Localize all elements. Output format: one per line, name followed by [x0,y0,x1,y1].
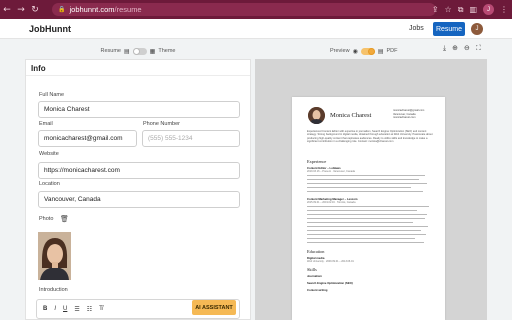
introduction-label: Introduction [39,287,68,293]
resume-summary: Experienced Content Editor with expertis… [307,130,433,143]
zoom-in-icon[interactable]: ⊕ [452,44,458,53]
ai-assistant-button[interactable]: AI ASSISTANT [192,300,236,315]
resume-text-line [307,187,411,189]
bookmark-star-icon[interactable]: ☆ [445,5,452,14]
email-label: Email [39,121,53,127]
theme-mode-label: Theme [158,48,176,54]
resume-text-line [307,183,427,185]
resume-text-line [307,206,429,208]
preview-mode-label: Preview [330,48,350,54]
resume-skills-heading: Skills [307,267,317,272]
fullscreen-icon[interactable]: ⛶ [476,44,481,53]
form-title: Info [31,64,46,73]
back-icon[interactable]: ← [0,0,14,19]
resume-text-line [307,210,417,212]
app-header: JobHunnt Jobs Resume J [0,19,512,39]
resume-text-line [307,234,426,236]
resume-skill-item: Content writing [307,288,328,292]
document-icon: ▤ [124,47,130,55]
url-path: /resume [114,5,142,14]
phone-label: Phone Number [143,121,180,127]
info-form-panel: Info Full Name Monica Charest Email moni… [25,59,251,320]
resume-text-line [307,214,427,216]
email-input[interactable]: monicacharest@gmail.com [38,130,137,147]
resume-portrait-image [308,107,325,124]
browser-toolbar: ← → ↻ 🔒 jobhunnt.com/resume ⇪ ☆ ⧉ ▥ J ⋮ [0,0,512,19]
website-input[interactable]: https://monicacharest.com [38,162,240,179]
portrait-image [38,232,71,280]
resume-theme-toggle[interactable] [132,47,147,55]
sidepanel-icon[interactable]: ▥ [469,5,477,14]
resume-text-line [307,238,415,240]
bold-button[interactable]: B [43,306,47,312]
address-bar[interactable]: 🔒 jobhunnt.com/resume [52,3,436,16]
nav-resume-button[interactable]: Resume [433,22,465,36]
clear-format-icon[interactable]: T̸ [99,306,103,312]
resume-page: Monica Charest monicacharest@gmail.com V… [292,97,445,320]
location-label: Location [39,181,60,187]
resume-skill-item: Search Engine Optimization (SEO) [307,281,353,285]
resume-text-line [307,242,424,244]
full-name-input[interactable]: Monica Charest [38,101,240,118]
resume-skill-item: Journalism [307,274,322,278]
full-name-label: Full Name [39,92,65,98]
resume-job1-meta: 2019.03.16 – Present · Vancouver, Canada [307,170,355,173]
eye-icon: ◉ [352,47,358,55]
profile-avatar[interactable]: J [483,4,494,15]
resume-text-line [307,191,423,193]
palette-icon: ▦ [149,47,156,55]
editor-mode-toolbar: Resume ▤ ▦ Theme [25,45,251,57]
user-avatar[interactable]: J [471,23,483,35]
resume-education-heading: Education [307,249,325,254]
website-label: Website [39,151,59,157]
download-icon[interactable]: ⤓ [443,44,446,53]
url-host: jobhunnt.com [69,5,115,14]
divider [26,75,250,76]
resume-photo [308,107,325,124]
numbered-list-icon[interactable]: ☷ [87,306,92,313]
resume-text-line [307,222,413,224]
resume-text-line [307,226,428,228]
preview-actions: ⤓ ⊕ ⊖ ⛶ [443,44,481,53]
profile-photo[interactable] [38,232,71,280]
photo-label: Photo [39,216,54,222]
pdf-mode-label: PDF [386,48,398,54]
resume-mode-label: Resume [100,48,121,54]
nav-jobs-link[interactable]: Jobs [409,25,424,32]
resume-text-line [307,218,425,220]
toggle-knob [132,47,140,55]
resume-name: Monica Charest [330,112,372,119]
preview-pdf-toggle[interactable] [360,47,375,55]
resume-text-line [307,179,419,181]
resume-experience-heading: Experience [307,159,327,164]
resume-contact: monicacharest@gmail.com Vancouver, Canad… [393,109,424,120]
pdf-icon: ▤ [377,47,384,55]
share-icon[interactable]: ⇪ [432,5,439,14]
menu-kebab-icon[interactable]: ⋮ [500,5,508,14]
italic-button[interactable]: I [54,306,56,312]
forward-icon[interactable]: → [14,0,28,19]
brand-logo[interactable]: JobHunnt [29,24,71,34]
trash-icon[interactable]: 🗑 [60,215,69,223]
resume-job2-meta: 2015.09.01 – 2019.02.16 · Toronto, Canad… [307,201,356,204]
lock-icon: 🔒 [58,7,66,13]
preview-mode-toolbar: Preview ◉ ▤ PDF [330,45,397,57]
resume-text-line [307,230,421,232]
resume-website: monicacharest.com [393,116,416,120]
phone-input[interactable]: (555) 555-1234 [142,130,240,147]
resume-text-line [307,175,425,177]
extensions-icon[interactable]: ⧉ [458,5,464,15]
reload-icon[interactable]: ↻ [28,0,42,19]
bulleted-list-icon[interactable]: ☰ [74,306,79,313]
toggle-knob [367,47,375,55]
zoom-out-icon[interactable]: ⊖ [464,44,470,53]
resume-edu-meta: Web University · 2009.09.01 – 2013.06.01 [307,260,354,263]
underline-button[interactable]: U [63,306,67,312]
location-input[interactable]: Vancouver, Canada [38,191,240,208]
